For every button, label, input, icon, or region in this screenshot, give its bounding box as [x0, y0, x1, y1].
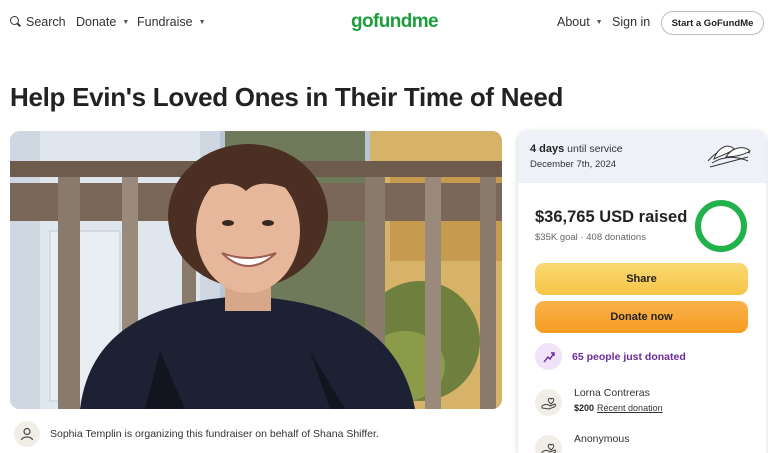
- organizer-row: Sophia Templin is organizing this fundra…: [14, 421, 379, 447]
- goal-separator: ·: [580, 232, 584, 243]
- campaign-photo-illustration: [10, 131, 502, 409]
- search-label: Search: [26, 15, 66, 29]
- banner-days: 4 days: [530, 143, 565, 155]
- search-link[interactable]: Search: [10, 15, 66, 29]
- organizer-text: Sophia Templin is organizing this fundra…: [50, 428, 379, 440]
- fundraise-menu-label: Fundraise: [137, 15, 193, 29]
- gofundme-logo[interactable]: gofundme: [351, 11, 439, 33]
- donate-menu-label: Donate: [76, 15, 117, 29]
- donation-hand-icon: [535, 435, 562, 453]
- flower-bouquet-icon: [704, 139, 754, 176]
- search-icon: [10, 16, 22, 28]
- caret-down-icon: ▼: [122, 18, 130, 26]
- donation-hand-icon: [535, 389, 562, 416]
- goal-summary: $35K goal · 408 donations: [535, 232, 646, 243]
- progress-ring: [693, 198, 749, 259]
- raised-unit: USD raised: [599, 208, 688, 226]
- donate-now-button[interactable]: Donate now: [535, 301, 748, 333]
- donor-item: Lorna Contreras $200 Recent donation: [535, 387, 663, 416]
- recent-donation-link[interactable]: Recent donation: [597, 403, 663, 413]
- trending-up-icon: [535, 343, 562, 370]
- campaign-photo[interactable]: [10, 131, 502, 409]
- caret-down-icon: ▼: [198, 18, 206, 26]
- signin-label: Sign in: [612, 15, 651, 29]
- goal-amount: $35K goal: [535, 232, 578, 243]
- top-nav: Search Donate ▼ Fundraise ▼ gofundme Abo…: [0, 0, 768, 46]
- about-menu-label: About: [557, 15, 590, 29]
- user-avatar-icon: [14, 421, 40, 447]
- recent-donors-trend: 65 people just donated: [535, 343, 686, 370]
- raised-amount: $36,765: [535, 208, 595, 226]
- donor-name: Lorna Contreras: [574, 387, 650, 399]
- banner-until: until service: [567, 143, 623, 155]
- trend-text: 65 people just donated: [572, 350, 686, 363]
- donor-item: Anonymous: [535, 433, 629, 453]
- page-title: Help Evin's Loved Ones in Their Time of …: [10, 82, 564, 112]
- start-gofundme-button[interactable]: Start a GoFundMe: [661, 11, 764, 35]
- about-menu[interactable]: About ▼: [557, 15, 603, 29]
- share-button[interactable]: Share: [535, 263, 748, 295]
- donor-name: Anonymous: [574, 433, 630, 445]
- signin-link[interactable]: Sign in: [612, 15, 650, 29]
- donation-count: 408 donations: [586, 232, 646, 243]
- donation-sidebar: 4 days until service December 7th, 2024 …: [518, 131, 766, 453]
- amount-raised: $36,765 USD raised: [535, 208, 687, 227]
- service-banner: 4 days until service December 7th, 2024: [518, 131, 766, 183]
- donate-menu[interactable]: Donate ▼: [76, 15, 129, 29]
- donor-amount: $200: [574, 403, 595, 413]
- caret-down-icon: ▼: [595, 18, 603, 26]
- fundraise-menu[interactable]: Fundraise ▼: [137, 15, 206, 29]
